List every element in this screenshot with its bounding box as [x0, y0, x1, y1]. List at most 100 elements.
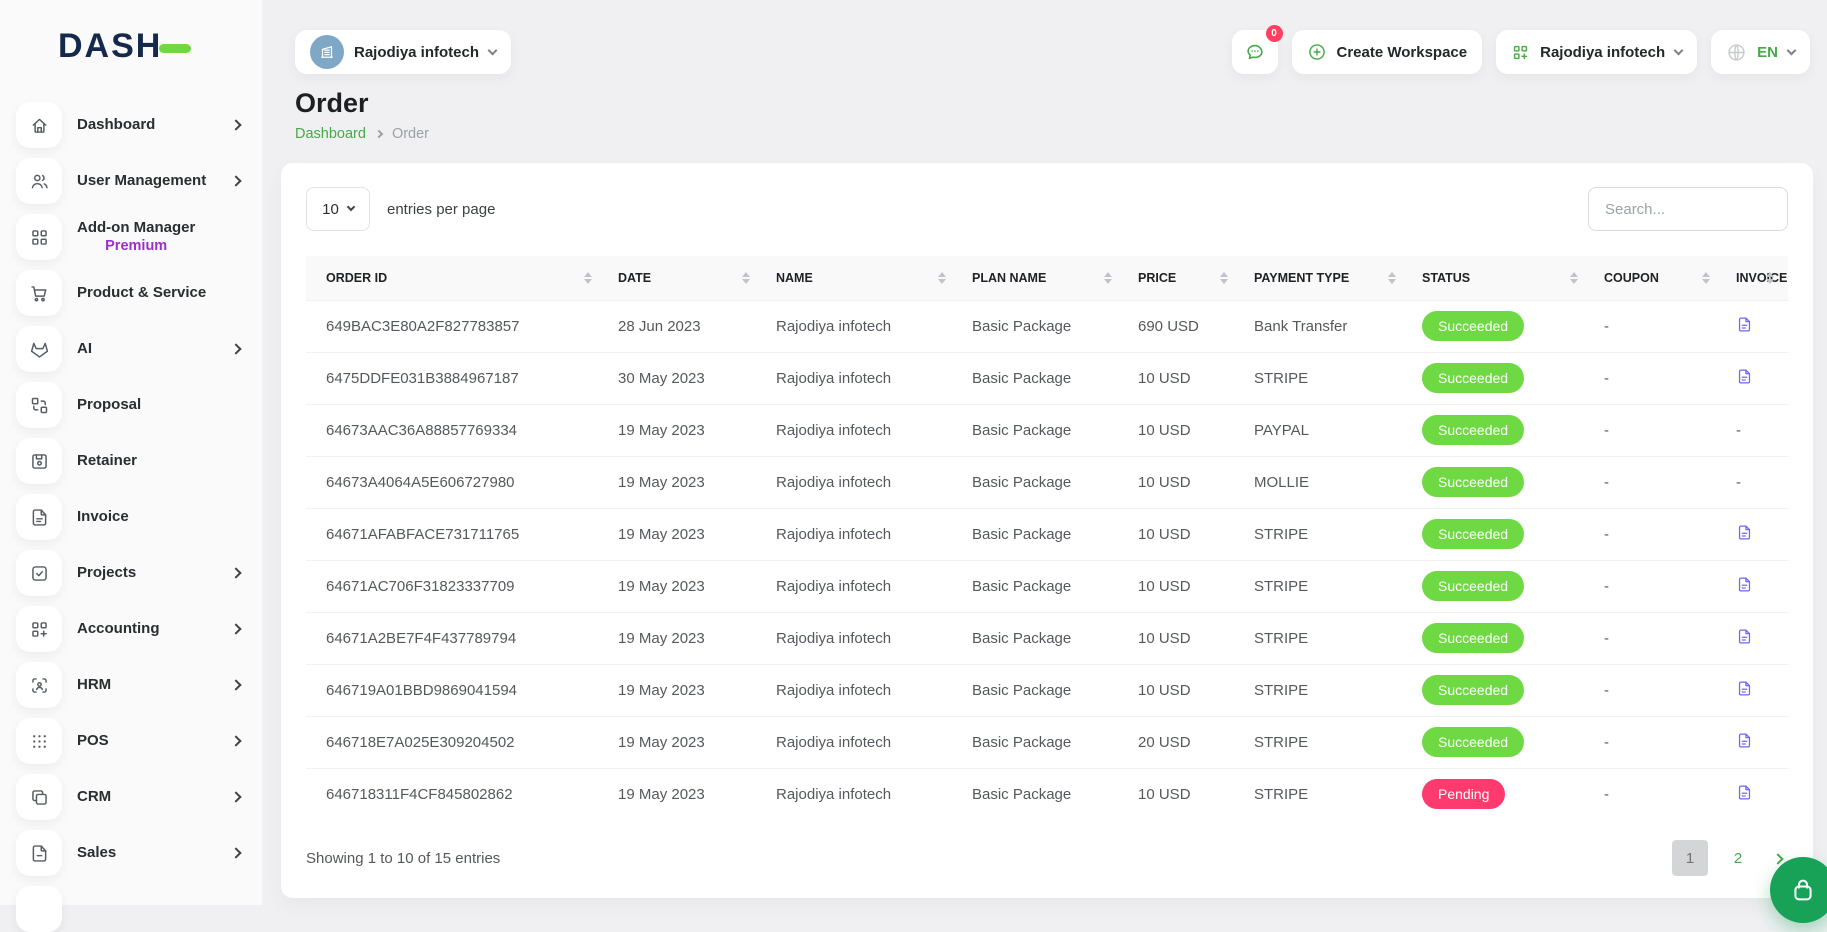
column-coupon[interactable]: COUPON	[1592, 256, 1724, 300]
column-order-id[interactable]: ORDER ID	[306, 256, 606, 300]
invoice-file-icon[interactable]	[1736, 367, 1753, 386]
order-id-cell: 646718E7A025E309204502	[306, 716, 606, 768]
sidebar-item-user-management[interactable]: User Management	[16, 158, 246, 204]
date-cell: 19 May 2023	[606, 612, 764, 664]
sidebar-item-addon-manager[interactable]: Add-on Manager Premium	[16, 214, 246, 260]
coupon-cell: -	[1592, 300, 1724, 352]
sidebar-item-pos[interactable]: POS	[16, 718, 246, 764]
price-cell: 690 USD	[1126, 300, 1242, 352]
globe-icon	[1726, 42, 1747, 63]
status-badge: Succeeded	[1422, 571, 1524, 601]
copy-icon	[16, 774, 62, 820]
sidebar-item-invoice[interactable]: Invoice	[16, 494, 246, 540]
transform-icon	[16, 382, 62, 428]
sort-icon	[584, 272, 592, 284]
table-toolbar: 10 entries per page	[306, 187, 1788, 231]
topbar-actions: 0 Create Workspace Rajodiya infotech EN	[1232, 30, 1811, 74]
chevron-right-icon	[232, 788, 240, 806]
payment-type-cell: STRIPE	[1242, 716, 1410, 768]
sidebar-item-retainer[interactable]: Retainer	[16, 438, 246, 484]
price-cell: 10 USD	[1126, 560, 1242, 612]
search-input[interactable]	[1588, 187, 1788, 231]
sidebar-item-sales[interactable]: Sales	[16, 830, 246, 876]
users-icon	[16, 158, 62, 204]
invoice-cell	[1724, 508, 1788, 560]
create-workspace-button[interactable]: Create Workspace	[1292, 30, 1483, 74]
status-badge: Succeeded	[1422, 311, 1524, 341]
name-cell: Rajodiya infotech	[764, 456, 960, 508]
language-code: EN	[1757, 44, 1778, 61]
column-date[interactable]: DATE	[606, 256, 764, 300]
invoice-file-icon[interactable]	[1736, 679, 1753, 698]
clipped-icon	[16, 886, 62, 932]
chat-button[interactable]: 0	[1232, 30, 1278, 74]
sidebar-item-partial[interactable]	[16, 886, 246, 932]
payment-type-cell: Bank Transfer	[1242, 300, 1410, 352]
column-invoice[interactable]: INVOICE	[1724, 256, 1788, 300]
sidebar-item-proposal[interactable]: Proposal	[16, 382, 246, 428]
chevron-right-icon	[232, 564, 240, 582]
status-badge: Pending	[1422, 779, 1505, 809]
invoice-cell	[1724, 768, 1788, 820]
payment-type-cell: MOLLIE	[1242, 456, 1410, 508]
notification-badge: 0	[1266, 25, 1283, 42]
chevron-down-icon	[347, 203, 355, 211]
language-selector[interactable]: EN	[1711, 30, 1810, 74]
status-cell: Succeeded	[1410, 404, 1592, 456]
column-price[interactable]: PRICE	[1126, 256, 1242, 300]
cart-fab-button[interactable]	[1770, 857, 1827, 923]
sidebar-item-product-service[interactable]: Product & Service	[16, 270, 246, 316]
order-id-cell: 64673AAC36A88857769334	[306, 404, 606, 456]
invoice-file-icon[interactable]	[1736, 523, 1753, 542]
order-id-cell: 6475DDFE031B3884967187	[306, 352, 606, 404]
table-row: 646718E7A025E30920450219 May 2023Rajodiy…	[306, 716, 1788, 768]
invoice-cell	[1724, 716, 1788, 768]
user-focus-icon	[16, 662, 62, 708]
order-id-cell: 649BAC3E80A2F827783857	[306, 300, 606, 352]
grid-plus-icon	[16, 606, 62, 652]
workspace-avatar	[310, 35, 344, 69]
entries-per-page-select[interactable]: 10	[306, 187, 370, 231]
plan-name-cell: Basic Package	[960, 404, 1126, 456]
shopping-bag-icon	[1789, 876, 1817, 904]
column-plan-name[interactable]: PLAN NAME	[960, 256, 1126, 300]
order-id-cell: 64673A4064A5E606727980	[306, 456, 606, 508]
workspace-selector[interactable]: Rajodiya infotech	[295, 30, 511, 74]
account-selector[interactable]: Rajodiya infotech	[1496, 30, 1697, 74]
invoice-cell: -	[1724, 404, 1788, 456]
sidebar-item-ai[interactable]: AI	[16, 326, 246, 372]
sort-icon	[938, 272, 946, 284]
table-row: 646719A01BBD986904159419 May 2023Rajodiy…	[306, 664, 1788, 716]
invoice-file-icon[interactable]	[1736, 731, 1753, 750]
status-cell: Succeeded	[1410, 300, 1592, 352]
coupon-cell: -	[1592, 716, 1724, 768]
sidebar-item-label: Add-on Manager Premium	[77, 219, 195, 256]
sidebar-item-projects[interactable]: Projects	[16, 550, 246, 596]
chevron-right-icon	[232, 732, 240, 750]
column-status[interactable]: STATUS	[1410, 256, 1592, 300]
sidebar-item-crm[interactable]: CRM	[16, 774, 246, 820]
status-badge: Succeeded	[1422, 467, 1524, 497]
price-cell: 10 USD	[1126, 508, 1242, 560]
invoice-file-icon[interactable]	[1736, 315, 1753, 334]
breadcrumb-dashboard-link[interactable]: Dashboard	[295, 126, 366, 142]
sidebar-item-dashboard[interactable]: Dashboard	[16, 102, 246, 148]
invoice-file-icon[interactable]	[1736, 575, 1753, 594]
invoice-cell	[1724, 664, 1788, 716]
status-badge: Succeeded	[1422, 675, 1524, 705]
date-cell: 19 May 2023	[606, 560, 764, 612]
payment-type-cell: STRIPE	[1242, 560, 1410, 612]
grid-plus-icon	[1511, 43, 1530, 62]
page-button-2[interactable]: 2	[1720, 840, 1756, 876]
page-button-1[interactable]: 1	[1672, 840, 1708, 876]
invoice-file-icon[interactable]	[1736, 783, 1753, 802]
entries-per-page-value: 10	[322, 201, 339, 218]
column-name[interactable]: NAME	[764, 256, 960, 300]
sidebar-item-label: AI	[77, 340, 92, 359]
sidebar-item-hrm[interactable]: HRM	[16, 662, 246, 708]
sidebar-item-accounting[interactable]: Accounting	[16, 606, 246, 652]
invoice-file-icon[interactable]	[1736, 627, 1753, 646]
app-logo[interactable]: DASH	[58, 26, 262, 66]
column-payment-type[interactable]: PAYMENT TYPE	[1242, 256, 1410, 300]
plan-name-cell: Basic Package	[960, 612, 1126, 664]
